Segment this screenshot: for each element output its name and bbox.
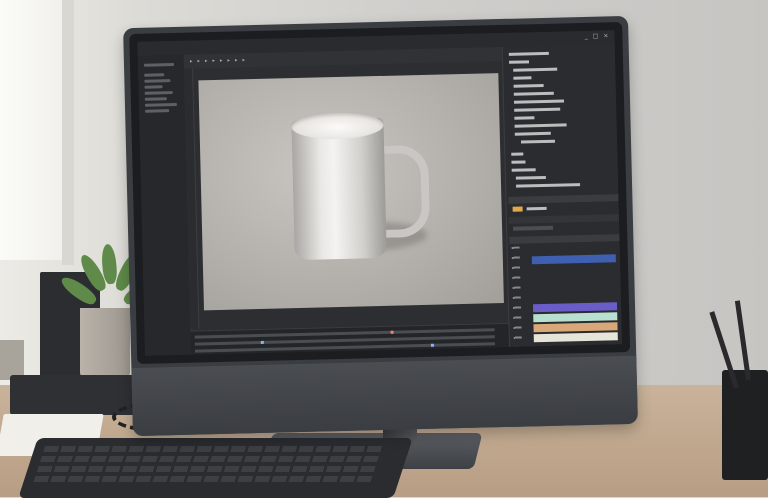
layer-swatch[interactable] xyxy=(532,302,618,313)
outliner-item[interactable] xyxy=(144,91,173,95)
property-line xyxy=(511,168,536,172)
layer-swatch[interactable] xyxy=(533,312,618,323)
toolbar-button[interactable]: ▸ xyxy=(205,58,208,64)
layer-swatch[interactable] xyxy=(533,322,618,333)
property-line xyxy=(514,107,561,112)
window-light xyxy=(0,0,70,260)
window-frame xyxy=(62,0,74,265)
keyframe[interactable] xyxy=(430,343,434,347)
layer-swatch[interactable] xyxy=(533,332,618,343)
outliner-item[interactable] xyxy=(144,73,165,77)
toolbar-button[interactable]: ▸ xyxy=(197,58,200,64)
property-line xyxy=(514,131,551,136)
toolbar-button[interactable]: ▸ xyxy=(227,58,230,64)
property-line xyxy=(513,99,565,104)
layer-swatch[interactable] xyxy=(531,254,616,265)
mug-icon[interactable] xyxy=(291,117,387,261)
property-line xyxy=(514,116,535,120)
monitor-bezel: _ □ × ▸ ▸ ▸ ▸ ▸ ▸ ▸ ▸ xyxy=(129,22,631,364)
monitor-screen: _ □ × ▸ ▸ ▸ ▸ ▸ ▸ ▸ ▸ xyxy=(137,30,622,356)
properties-panel xyxy=(501,44,622,347)
section-header[interactable] xyxy=(509,234,622,244)
monitor-chin xyxy=(131,355,638,437)
property-line xyxy=(511,160,526,164)
outliner-item[interactable] xyxy=(144,79,171,83)
property-line xyxy=(509,60,530,64)
property-field[interactable] xyxy=(513,225,554,231)
key-row xyxy=(43,446,386,452)
property-line xyxy=(513,76,532,80)
keyframe[interactable] xyxy=(390,330,394,334)
toolbar-button[interactable]: ▸ xyxy=(220,58,223,64)
pen-cup xyxy=(722,370,768,480)
plant-pot xyxy=(80,308,130,380)
minimize-icon[interactable]: _ xyxy=(585,33,588,40)
property-line xyxy=(508,51,549,56)
3d-viewport[interactable] xyxy=(198,73,504,311)
property-line xyxy=(513,67,558,72)
toolbar-button[interactable]: ▸ xyxy=(242,57,245,63)
left-plant-pot xyxy=(0,340,24,380)
outliner-item[interactable] xyxy=(143,62,175,67)
key-row xyxy=(33,476,376,482)
keyframe[interactable] xyxy=(260,340,264,344)
key-row xyxy=(39,456,382,462)
property-line xyxy=(515,175,546,180)
toolbar-button[interactable]: ▸ xyxy=(190,59,193,65)
monitor: _ □ × ▸ ▸ ▸ ▸ ▸ ▸ ▸ ▸ xyxy=(123,15,638,437)
close-icon[interactable]: × xyxy=(603,32,608,39)
property-line xyxy=(513,91,554,96)
maximize-icon[interactable]: □ xyxy=(593,33,599,40)
keyboard xyxy=(18,438,413,498)
property-line xyxy=(511,152,524,156)
material-swatch[interactable] xyxy=(512,206,523,212)
property-line xyxy=(520,139,556,144)
timeline[interactable] xyxy=(190,322,510,356)
key-row xyxy=(36,466,379,472)
outliner-item[interactable] xyxy=(144,85,163,89)
toolbar-button[interactable]: ▸ xyxy=(235,57,238,63)
material-name xyxy=(526,206,547,211)
property-line xyxy=(513,83,544,88)
toolbar-button[interactable]: ▸ xyxy=(212,58,215,64)
section-header[interactable] xyxy=(508,194,621,204)
outliner-item[interactable] xyxy=(144,102,178,107)
property-line xyxy=(514,123,567,128)
outliner-item[interactable] xyxy=(144,97,167,101)
layer-list xyxy=(511,246,522,347)
property-line xyxy=(516,183,581,188)
outliner-item[interactable] xyxy=(145,109,170,113)
window-controls: _ □ × xyxy=(585,32,609,40)
section-header[interactable] xyxy=(508,214,621,224)
